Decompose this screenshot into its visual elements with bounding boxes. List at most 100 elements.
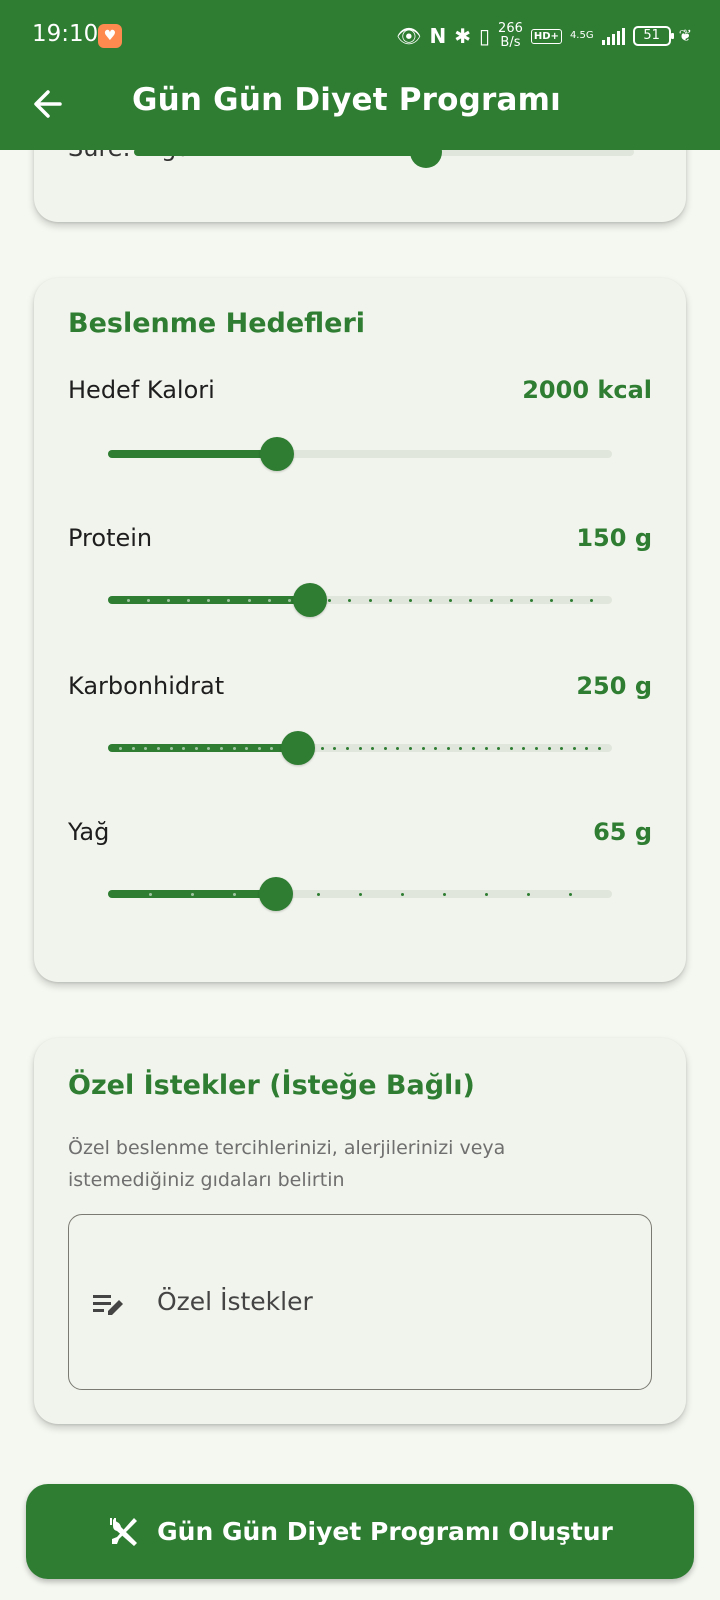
slider-tick (146, 598, 150, 602)
slider-tick (270, 746, 274, 750)
slider-tick (597, 746, 601, 750)
nfc-icon: N (429, 24, 447, 48)
slider-tick (232, 746, 236, 750)
network-type: 4.5G (569, 30, 594, 41)
slider-tick (287, 598, 291, 602)
fat-label: Yağ (68, 818, 110, 846)
slider-tick (550, 598, 554, 602)
leaf-icon: ❦ (678, 26, 692, 45)
slider-thumb[interactable] (259, 437, 294, 471)
slider-tick (194, 746, 198, 750)
slider-tick (156, 746, 160, 750)
slider-tick (333, 746, 337, 750)
slider-tick (568, 892, 572, 896)
battery-icon: 51 (632, 26, 674, 46)
protein-value: 150 g (576, 524, 652, 552)
restaurant-icon (110, 1517, 138, 1546)
slider-thumb[interactable] (281, 731, 315, 765)
slider-tick (257, 746, 261, 750)
status-bar: 19:10 ♥ 👁 N ✱ ▯ 266 B/s HD+ 4.5G 51 ❦ (0, 18, 720, 54)
back-arrow-icon[interactable] (28, 80, 68, 128)
slider-tick (328, 598, 332, 602)
slider-tick (434, 746, 438, 750)
slider-tick (148, 892, 152, 896)
special-requests-input[interactable]: Özel İstekler (68, 1214, 652, 1390)
slider-tick (131, 746, 135, 750)
slider-tick (590, 598, 594, 602)
slider-tick (169, 746, 173, 750)
slider-tick (207, 746, 211, 750)
slider-tick (187, 598, 191, 602)
carb-slider[interactable] (108, 728, 612, 768)
special-requests-placeholder: Özel İstekler (157, 1287, 313, 1316)
slider-tick (442, 892, 446, 896)
nutrition-goals-title: Beslenme Hedefleri (68, 308, 366, 339)
slider-tick (126, 598, 130, 602)
slider-tick (207, 598, 211, 602)
slider-tick (371, 746, 375, 750)
net-speed-unit: B/s (500, 35, 521, 50)
slider-tick (388, 598, 392, 602)
net-speed-value: 266 (498, 21, 523, 36)
slider-tick (190, 892, 194, 896)
calorie-label: Hedef Kalori (68, 376, 215, 404)
slider-tick (267, 598, 271, 602)
create-program-label: Gün Gün Diyet Programı Oluştur (157, 1517, 613, 1546)
protein-slider[interactable] (108, 580, 612, 620)
page-title: Gün Gün Diyet Programı (132, 82, 561, 118)
slider-thumb[interactable] (292, 583, 327, 617)
slider-tick (459, 746, 463, 750)
slider-tick (232, 892, 236, 896)
slider-tick (429, 598, 433, 602)
slider-tick (408, 746, 412, 750)
slider-tick (570, 598, 574, 602)
slider-tick (547, 746, 551, 750)
battery-level: 51 (643, 28, 660, 43)
slider-tick (247, 598, 251, 602)
slider-tick (560, 746, 564, 750)
carb-value: 250 g (576, 672, 652, 700)
bluetooth-icon: ✱ (454, 24, 472, 48)
slider-tick (219, 746, 223, 750)
signal-icon (601, 27, 625, 45)
slider-tick (509, 598, 513, 602)
slider-tick (396, 746, 400, 750)
slider-tick (358, 892, 362, 896)
slider-tick (471, 746, 475, 750)
slider-tick (484, 892, 488, 896)
hd-badge: HD+ (530, 28, 562, 44)
slider-tick (522, 746, 526, 750)
slider-tick (421, 746, 425, 750)
calorie-value: 2000 kcal (522, 376, 652, 404)
slider-tick (166, 598, 170, 602)
protein-label: Protein (68, 524, 153, 552)
slider-tick (497, 746, 501, 750)
slider-tick (245, 746, 249, 750)
app-bar: 19:10 ♥ 👁 N ✱ ▯ 266 B/s HD+ 4.5G 51 ❦ Gü… (0, 0, 720, 150)
slider-tick (446, 746, 450, 750)
status-icons: 👁 N ✱ ▯ 266 B/s HD+ 4.5G 51 ❦ (396, 18, 692, 54)
slider-tick (383, 746, 387, 750)
slider-tick (526, 892, 530, 896)
slider-tick (144, 746, 148, 750)
slider-tick (358, 746, 362, 750)
notification-app-icon: ♥ (98, 24, 122, 48)
slider-tick (119, 746, 123, 750)
slider-tick (345, 746, 349, 750)
edit-notes-icon (93, 1295, 123, 1315)
eye-icon: 👁 (396, 24, 422, 48)
create-program-button[interactable]: Gün Gün Diyet Programı Oluştur (26, 1484, 694, 1579)
fat-slider[interactable] (108, 874, 612, 914)
slider-tick (182, 746, 186, 750)
status-time: 19:10 (32, 21, 99, 47)
slider-tick (408, 598, 412, 602)
calorie-slider[interactable] (108, 434, 612, 474)
slider-tick (534, 746, 538, 750)
slider-tick (449, 598, 453, 602)
special-requests-card: Özel İstekler (İsteğe Bağlı) Özel beslen… (34, 1038, 686, 1424)
slider-tick (572, 746, 576, 750)
slider-thumb[interactable] (258, 877, 293, 911)
slider-tick (368, 598, 372, 602)
slider-fill (108, 450, 277, 458)
slider-tick (320, 746, 324, 750)
